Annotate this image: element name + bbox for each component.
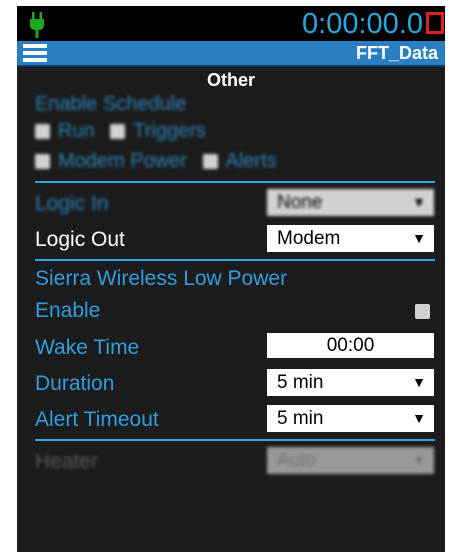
schedule-group: Enable Schedule Run Triggers Modem Power…	[17, 91, 445, 179]
alert-timeout-label: Alert Timeout	[35, 408, 159, 431]
wake-time-label: Wake Time	[35, 336, 140, 359]
heater-value: Auto	[277, 450, 317, 471]
alert-timeout-row: Alert Timeout 5 min ▼	[17, 401, 445, 437]
alert-timeout-value: 5 min	[277, 408, 324, 429]
wake-time-row: Wake Time 00:00	[17, 329, 445, 365]
schedule-triggers-option[interactable]: Triggers	[110, 119, 206, 143]
dropdown-arrow-icon: ▼	[412, 452, 426, 468]
divider	[35, 259, 435, 261]
sierra-enable-label: Enable	[35, 299, 101, 322]
section-title: Other	[206, 70, 255, 90]
duration-label: Duration	[35, 372, 115, 395]
stop-icon[interactable]	[426, 12, 444, 34]
logic-out-select[interactable]: Modem ▼	[267, 225, 434, 252]
duration-select[interactable]: 5 min ▼	[267, 369, 434, 396]
sierra-enable-row: Enable	[17, 295, 445, 329]
schedule-alerts-label: Alerts	[225, 150, 277, 172]
nav-bar: FFT_Data	[17, 41, 445, 67]
logic-out-row: Logic Out Modem ▼	[17, 221, 445, 257]
sierra-enable-checkbox[interactable]	[415, 304, 430, 319]
logic-in-select[interactable]: None ▼	[267, 189, 434, 216]
wake-time-input[interactable]: 00:00	[267, 333, 434, 358]
nav-title: FFT_Data	[355, 43, 438, 63]
divider	[35, 439, 435, 441]
hamburger-menu-icon[interactable]	[23, 44, 47, 62]
heater-select[interactable]: Auto ▼	[267, 447, 434, 474]
schedule-title: Enable Schedule	[35, 93, 187, 115]
schedule-run-label: Run	[58, 120, 95, 142]
logic-out-label: Logic Out	[35, 228, 125, 251]
duration-value: 5 min	[277, 372, 324, 393]
plug-icon	[30, 12, 44, 38]
dropdown-arrow-icon: ▼	[412, 194, 426, 210]
schedule-modem-power-option[interactable]: Modem Power	[35, 149, 187, 173]
duration-row: Duration 5 min ▼	[17, 365, 445, 401]
top-status-bar: 0:00:00.0	[17, 6, 445, 41]
app-frame: 0:00:00.0 FFT_Data Other Enable Schedule…	[17, 6, 445, 552]
schedule-run-option[interactable]: Run	[35, 119, 95, 143]
dropdown-arrow-icon: ▼	[412, 230, 426, 246]
dropdown-arrow-icon: ▼	[412, 410, 426, 426]
logic-in-label: Logic In	[35, 192, 109, 215]
schedule-modem-power-checkbox[interactable]	[35, 153, 50, 169]
sierra-title-row: Sierra Wireless Low Power	[17, 263, 445, 295]
divider	[35, 181, 435, 183]
schedule-row-1: Run Triggers	[35, 119, 445, 149]
alert-timeout-select[interactable]: 5 min ▼	[267, 405, 434, 432]
heater-row: Heater Auto ▼	[17, 443, 445, 479]
logic-in-row: Logic In None ▼	[17, 185, 445, 221]
schedule-alerts-checkbox[interactable]	[202, 153, 218, 169]
elapsed-timer: 0:00:00.0	[302, 8, 423, 40]
dropdown-arrow-icon: ▼	[412, 374, 426, 390]
schedule-triggers-checkbox[interactable]	[110, 123, 126, 139]
heater-label: Heater	[35, 450, 99, 473]
logic-out-value: Modem	[277, 228, 341, 249]
logic-in-value: None	[277, 192, 323, 213]
schedule-modem-power-label: Modem Power	[58, 150, 187, 172]
schedule-row-2: Modem Power Alerts	[35, 149, 445, 179]
schedule-alerts-option[interactable]: Alerts	[202, 149, 277, 173]
schedule-run-checkbox[interactable]	[35, 123, 50, 139]
sierra-title: Sierra Wireless Low Power	[35, 267, 288, 290]
schedule-triggers-label: Triggers	[133, 120, 206, 142]
